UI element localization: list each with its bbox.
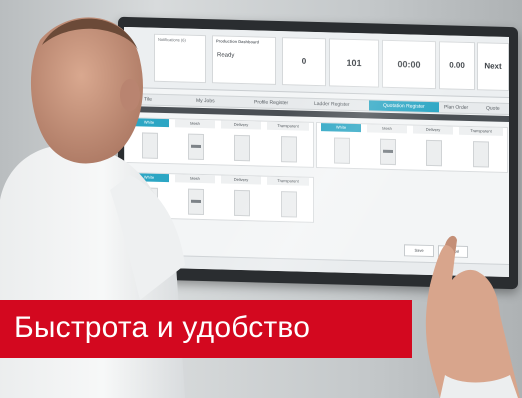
col-tab-delivery[interactable]: Delivery <box>221 175 261 185</box>
col-tab-transparent[interactable]: Transparent <box>267 121 309 131</box>
kpi-value-3: 00:00 <box>397 59 421 70</box>
caption-text: Быстрота и удобство <box>14 311 311 344</box>
nav-item-ladder-register[interactable]: Ladder Register <box>314 101 350 108</box>
profile-slot[interactable] <box>281 191 297 218</box>
col-tab-transparent[interactable]: Transparent <box>267 176 309 186</box>
operator-hand <box>425 235 520 398</box>
kpi-value-2: 101 <box>346 57 362 69</box>
nav-item-profile-register[interactable]: Profile Register <box>254 99 288 106</box>
kpi-tile-4[interactable]: 0.00 <box>439 41 475 91</box>
nav-item-quotation-register[interactable]: Quotation Register <box>369 100 439 113</box>
kpi-tile-1[interactable]: 0 <box>282 37 326 87</box>
kpi-tile-2[interactable]: 101 <box>329 38 379 88</box>
profile-slot[interactable] <box>380 138 396 166</box>
profile-slot[interactable] <box>334 137 350 164</box>
kpi-tile-5[interactable]: Next <box>477 42 509 92</box>
production-tile[interactable]: Production Dashboard Ready <box>212 35 276 85</box>
kpi-tile-3[interactable]: 00:00 <box>382 39 436 90</box>
kpi-value-4: 0.00 <box>449 60 465 70</box>
kpi-value-1: 0 <box>301 56 307 66</box>
profile-slot[interactable] <box>234 134 250 162</box>
column-tabs-b: White Mesh Delivery Transparent <box>317 123 507 136</box>
col-tab-delivery[interactable]: Delivery <box>221 120 261 130</box>
production-label: Production Dashboard <box>216 38 260 45</box>
col-tab-white[interactable]: White <box>321 123 361 133</box>
profile-slot[interactable] <box>281 136 297 163</box>
profile-slot[interactable] <box>473 141 489 168</box>
col-tab-delivery[interactable]: Delivery <box>413 125 453 135</box>
profile-panel-b: White Mesh Delivery Transparent <box>316 121 508 174</box>
nav-item-plan-order[interactable]: Plan Order <box>444 104 468 111</box>
production-value: Ready <box>217 52 235 59</box>
col-tab-transparent[interactable]: Transparent <box>459 126 503 136</box>
photo-scene: Notifications (6) Production Dashboard R… <box>0 0 522 398</box>
profile-slot[interactable] <box>426 139 442 167</box>
kpi-value-5: Next <box>484 61 502 71</box>
caption-banner: Быстрота и удобство <box>0 300 412 358</box>
profile-slot[interactable] <box>234 189 250 217</box>
col-tab-mesh[interactable]: Mesh <box>367 124 407 134</box>
nav-item-quote[interactable]: Quote <box>486 105 500 111</box>
